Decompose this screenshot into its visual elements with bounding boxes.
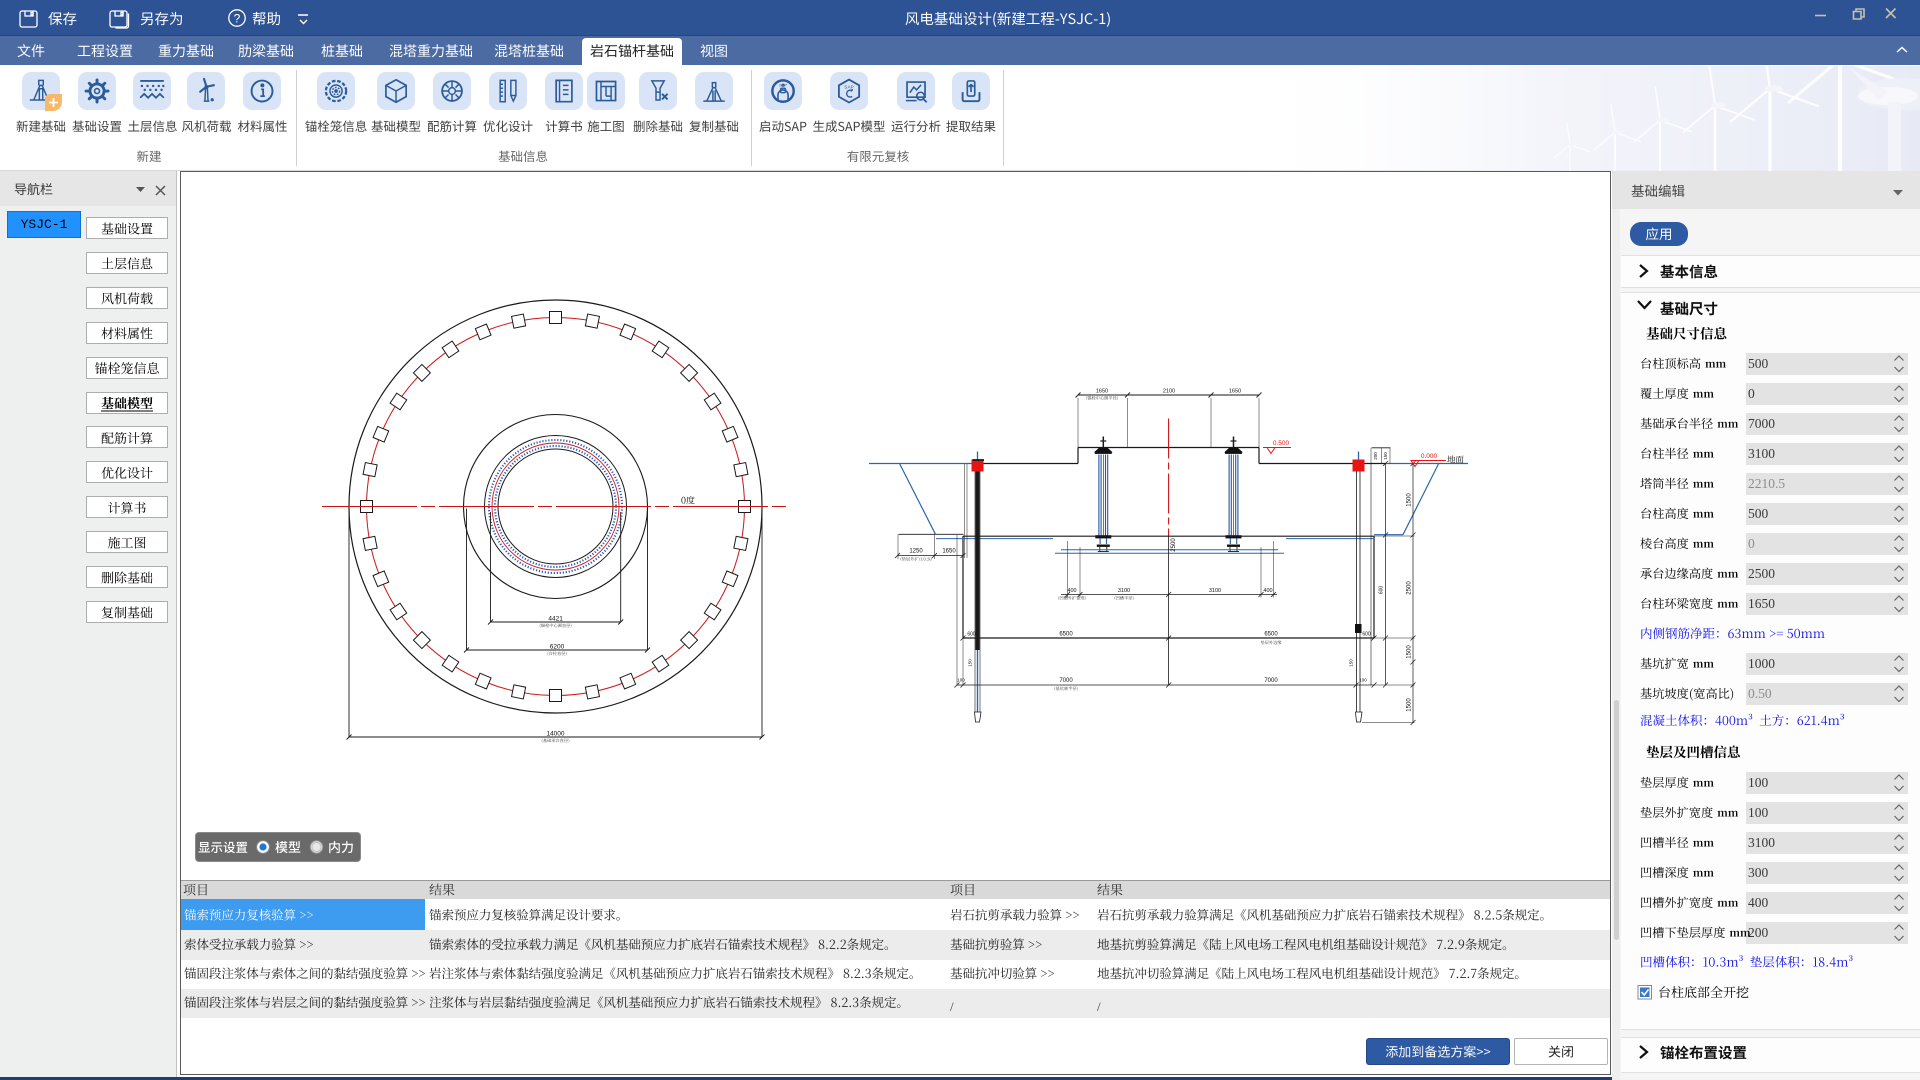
svg-text:1650: 1650: [942, 549, 956, 555]
svg-text:3100: 3100: [1209, 588, 1221, 594]
svg-text:600: 600: [967, 632, 976, 638]
svg-text:600: 600: [1362, 632, 1371, 638]
svg-text:400: 400: [1067, 588, 1076, 594]
svg-text:6200: 6200: [550, 644, 565, 651]
svg-text:100: 100: [1359, 678, 1367, 683]
svg-text:1250: 1250: [909, 549, 923, 555]
svg-text:600: 600: [1379, 586, 1385, 595]
svg-text:1500: 1500: [1407, 645, 1413, 659]
svg-text:7000: 7000: [1059, 678, 1073, 684]
svg-text:100: 100: [957, 678, 965, 683]
svg-text:6500: 6500: [1059, 632, 1073, 638]
svg-text:150: 150: [968, 659, 973, 667]
svg-text:0.000: 0.000: [1421, 453, 1438, 460]
svg-text:1500: 1500: [1407, 493, 1413, 507]
svg-text:0.500: 0.500: [1273, 440, 1290, 447]
svg-text:1650: 1650: [1229, 389, 1241, 395]
svg-text:2500: 2500: [1171, 538, 1177, 552]
svg-text:400: 400: [1263, 588, 1272, 594]
svg-text:1650: 1650: [1096, 389, 1108, 395]
svg-text:3100: 3100: [1118, 588, 1130, 594]
svg-text:1500: 1500: [1407, 698, 1413, 712]
svg-text:4421: 4421: [548, 616, 563, 623]
svg-text:6500: 6500: [1264, 632, 1278, 638]
svg-text:14000: 14000: [546, 731, 564, 738]
svg-text:200: 200: [1373, 452, 1378, 460]
svg-text:150: 150: [1349, 659, 1354, 667]
svg-text:2100: 2100: [1163, 389, 1175, 395]
svg-text:7000: 7000: [1264, 678, 1278, 684]
svg-text:150: 150: [1383, 452, 1388, 460]
svg-text:2500: 2500: [1407, 581, 1413, 595]
